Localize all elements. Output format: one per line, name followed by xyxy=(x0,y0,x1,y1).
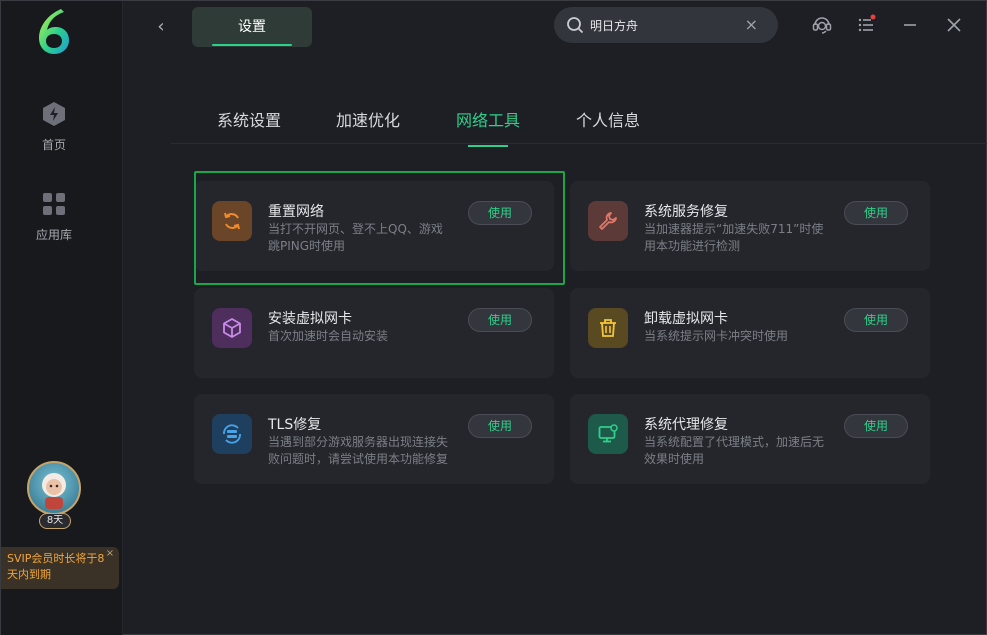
avatar-character-icon xyxy=(42,473,66,509)
use-button-install-virtual-nic[interactable]: 使用 xyxy=(468,308,532,332)
trash-icon xyxy=(588,308,628,348)
use-button-system-service-repair[interactable]: 使用 xyxy=(844,201,908,225)
selection-highlight xyxy=(194,171,565,285)
tab-acceleration[interactable]: 加速优化 xyxy=(336,107,400,131)
tool-card-system-proxy-repair: 系统代理修复 当系统配置了代理模式，加速后无效果时使用 使用 xyxy=(570,394,930,484)
sidebar-item-label: 首页 xyxy=(41,138,66,152)
tab-system-settings[interactable]: 系统设置 xyxy=(217,107,281,131)
monitor-icon xyxy=(588,414,628,454)
cube-icon xyxy=(212,308,252,348)
customer-service-icon[interactable] xyxy=(811,14,833,36)
close-icon[interactable]: × xyxy=(105,549,115,559)
page-title: 设置 xyxy=(238,19,266,35)
app-logo[interactable] xyxy=(33,5,75,57)
page-title-tab[interactable]: 设置 xyxy=(192,7,312,47)
tool-card-install-virtual-nic: 安装虚拟网卡 首次加速时会自动安装 使用 xyxy=(194,288,554,378)
close-window-icon[interactable] xyxy=(943,14,965,36)
user-avatar[interactable]: 8天 xyxy=(23,459,87,533)
card-description: 首次加速时会自动安装 xyxy=(268,329,389,343)
minimize-icon[interactable] xyxy=(899,14,921,36)
vip-expiry-tip: SVIP会员时长将于8天内到期 × xyxy=(1,547,119,589)
tab-label: 系统设置 xyxy=(217,111,282,130)
top-bar: ‹ 设置 × xyxy=(123,1,986,57)
back-button[interactable]: ‹ xyxy=(151,17,171,37)
use-button-system-proxy-repair[interactable]: 使用 xyxy=(844,414,908,438)
search-box[interactable]: × xyxy=(554,7,778,43)
tabs-divider xyxy=(171,143,987,144)
sidebar-item-home[interactable]: 首页 xyxy=(1,101,107,153)
server-icon xyxy=(212,414,252,454)
menu-list-icon[interactable] xyxy=(855,14,877,36)
sidebar-item-apps[interactable]: 应用库 xyxy=(1,191,107,243)
tab-network-tools[interactable]: 网络工具 xyxy=(456,107,521,147)
card-title: 系统代理修复 xyxy=(644,417,728,433)
home-icon xyxy=(43,102,65,126)
sidebar-item-label: 应用库 xyxy=(35,228,72,242)
tab-label: 加速优化 xyxy=(336,111,401,130)
card-description: 当遇到部分游戏服务器出现连接失败问题时，请尝试使用本功能修复 xyxy=(268,435,449,466)
apps-icon xyxy=(43,193,65,215)
use-button-uninstall-virtual-nic[interactable]: 使用 xyxy=(844,308,908,332)
tab-personal-info[interactable]: 个人信息 xyxy=(576,107,640,131)
card-title: 卸载虚拟网卡 xyxy=(644,311,728,327)
tab-label: 网络工具 xyxy=(456,111,521,130)
tool-card-uninstall-virtual-nic: 卸载虚拟网卡 当系统提示网卡冲突时使用 使用 xyxy=(570,288,930,378)
vip-expiry-text: SVIP会员时长将于8天内到期 xyxy=(7,552,105,581)
wrench-icon xyxy=(588,201,628,241)
membership-days-badge: 8天 xyxy=(39,513,71,529)
tab-label: 个人信息 xyxy=(576,111,641,130)
avatar xyxy=(27,461,81,515)
card-title: 安装虚拟网卡 xyxy=(268,311,352,327)
tool-card-system-service-repair: 系统服务修复 当加速器提示“加速失败711”时使用本功能进行检测 使用 xyxy=(570,181,930,271)
search-icon xyxy=(567,17,584,34)
search-input[interactable] xyxy=(590,15,740,35)
card-title: 系统服务修复 xyxy=(644,204,728,220)
use-button-tls-repair[interactable]: 使用 xyxy=(468,414,532,438)
card-description: 当系统配置了代理模式，加速后无效果时使用 xyxy=(644,435,825,466)
card-title: TLS修复 xyxy=(268,417,322,433)
card-description: 当系统提示网卡冲突时使用 xyxy=(644,329,789,343)
tool-card-tls-repair: TLS修复 当遇到部分游戏服务器出现连接失败问题时，请尝试使用本功能修复 使用 xyxy=(194,394,554,484)
sidebar: 首页 应用库 8天 SVIP会员时长将于8天内到期 × xyxy=(1,1,123,635)
title-underline xyxy=(212,44,292,46)
clear-search-icon[interactable]: × xyxy=(745,15,758,35)
card-description: 当加速器提示“加速失败711”时使用本功能进行检测 xyxy=(644,222,824,253)
active-tab-indicator xyxy=(468,145,508,147)
